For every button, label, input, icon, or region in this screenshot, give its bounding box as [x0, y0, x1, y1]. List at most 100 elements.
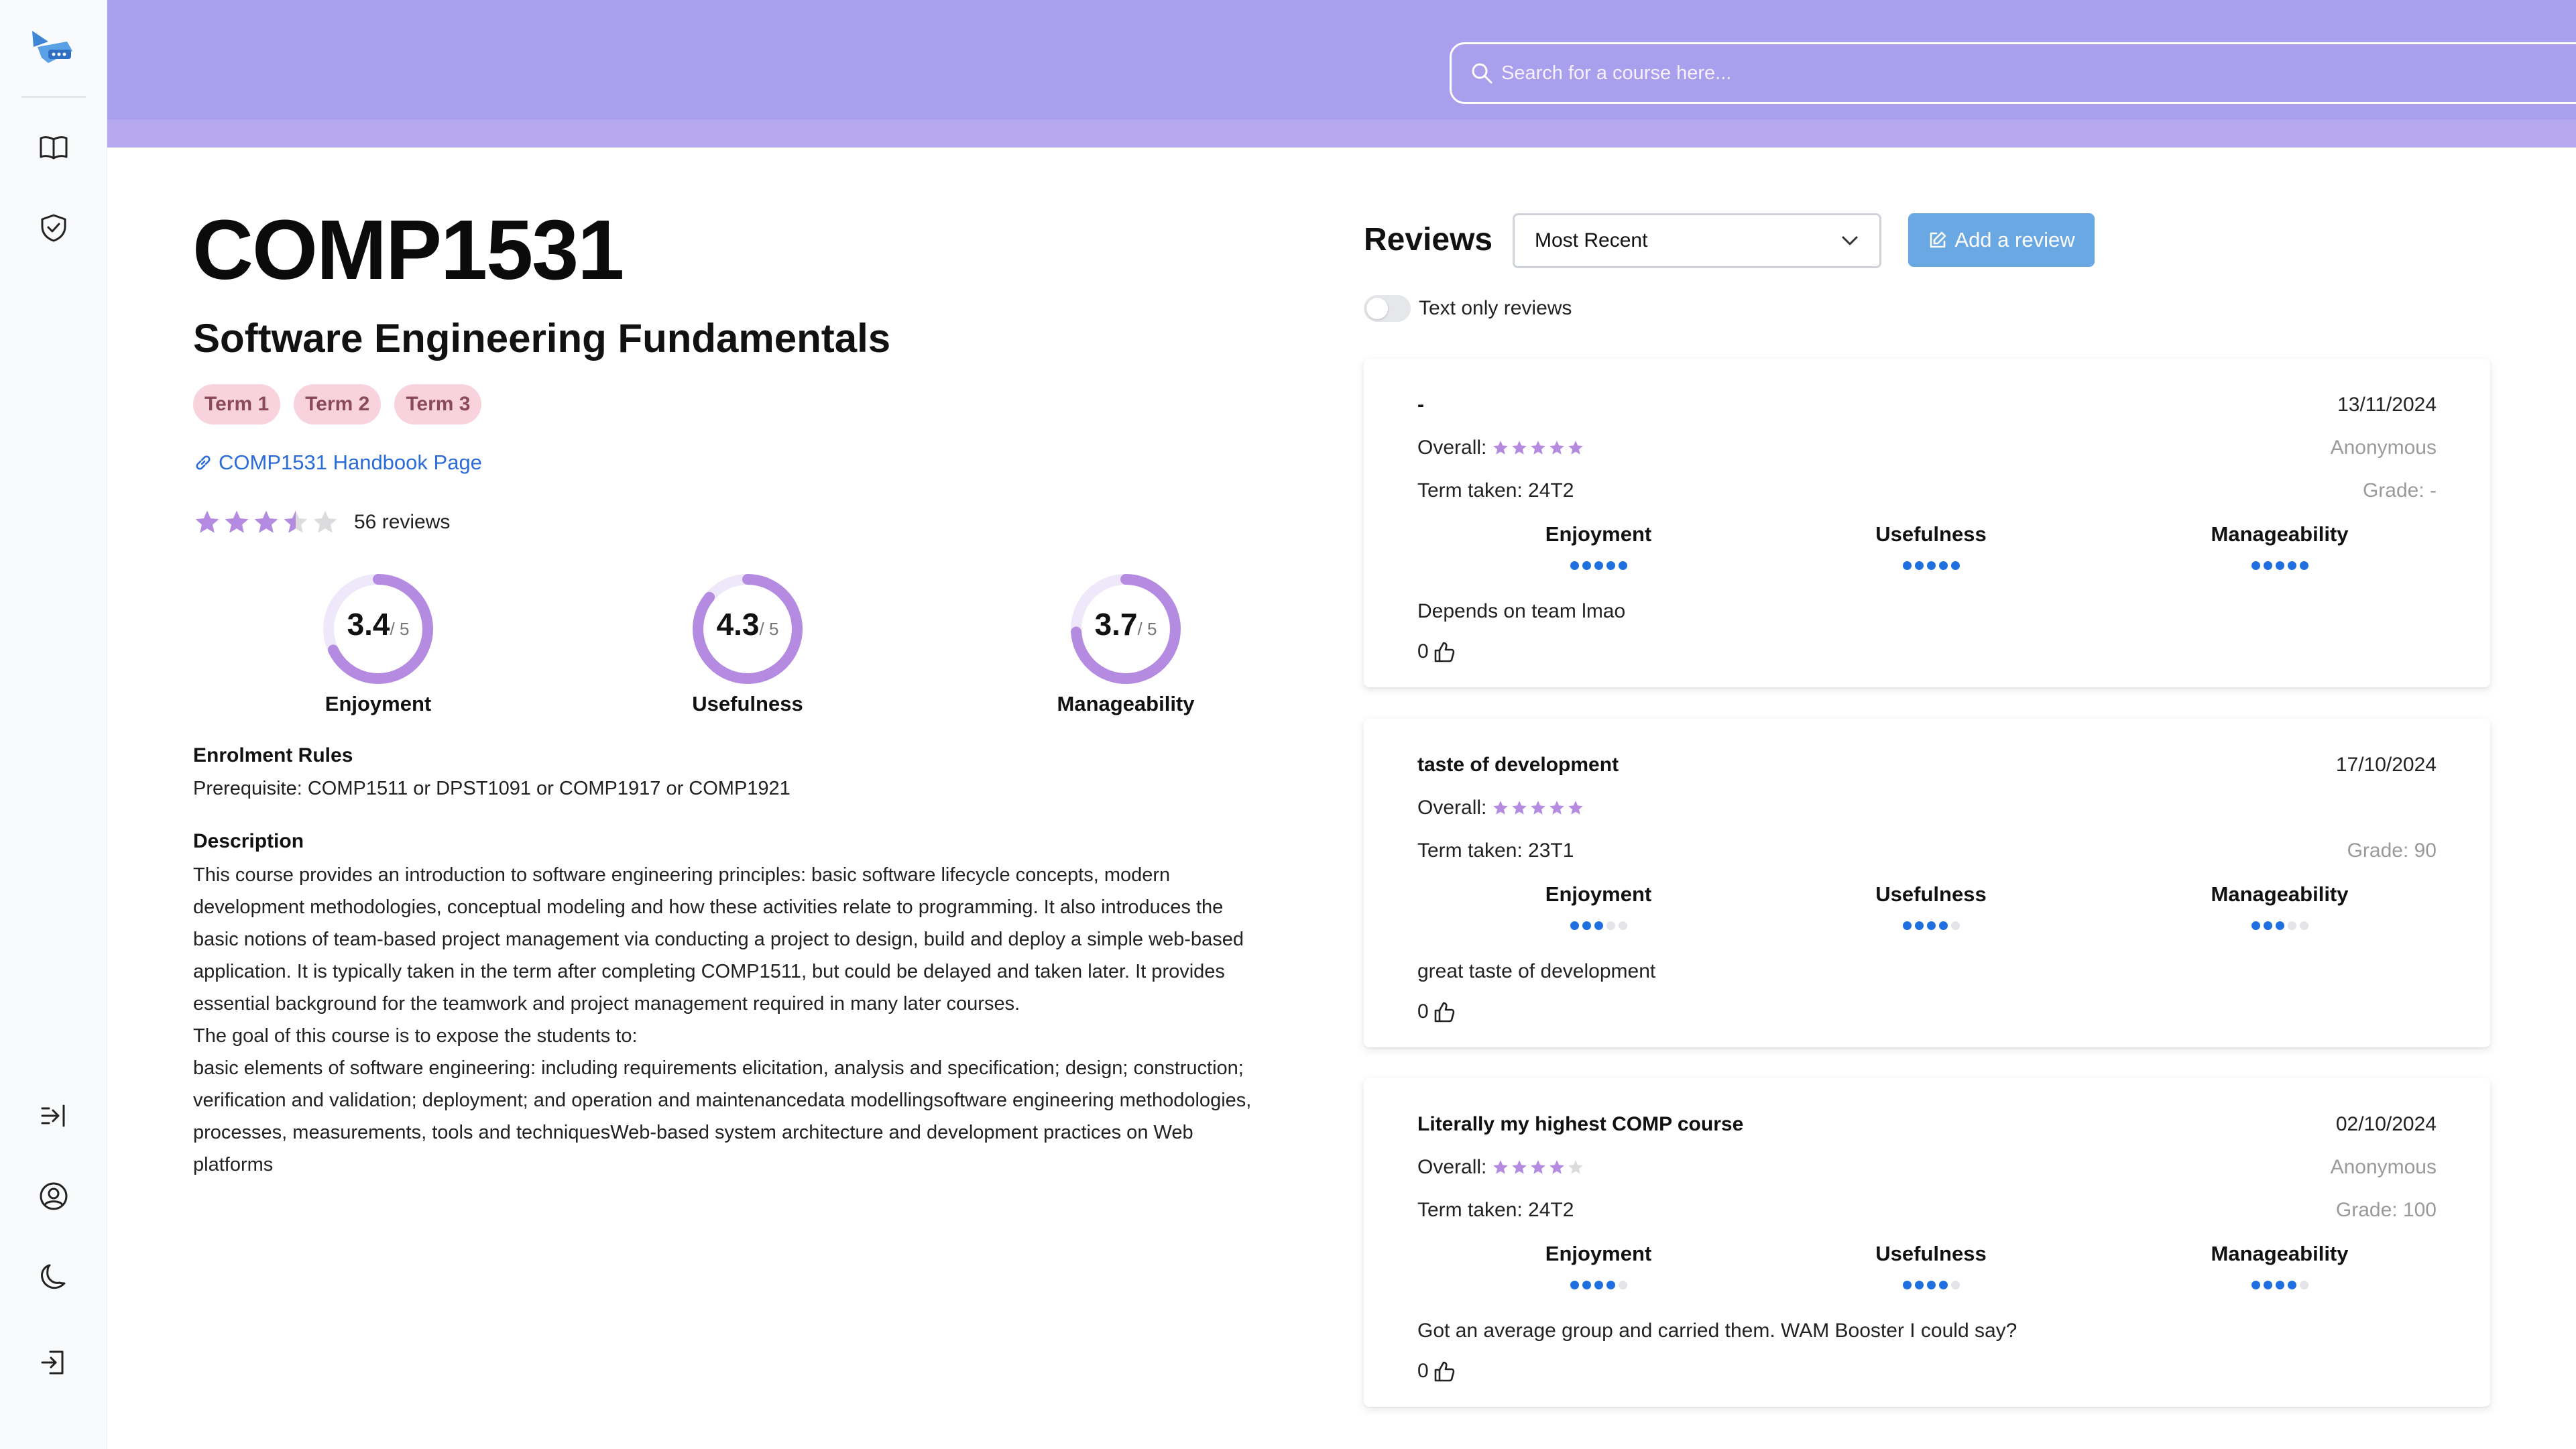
star-icon — [1512, 801, 1527, 815]
rating-dot — [2299, 921, 2308, 930]
stat-max: / 5 — [390, 619, 410, 639]
description-line: platforms — [193, 1154, 274, 1175]
rating-dot — [1914, 921, 1924, 930]
metric-dots — [1498, 1281, 1699, 1289]
review-date: 17/10/2024 — [2335, 754, 2437, 776]
review-grade: Grade: 100 — [2335, 1199, 2437, 1221]
star-icon — [254, 510, 278, 533]
metric-dots — [2179, 921, 2380, 930]
review-like-button[interactable]: 0 — [1417, 1000, 1456, 1023]
overall-label: Overall: — [1417, 437, 1487, 459]
stat-manageability: 3.7/ 5 Manageability — [1012, 569, 1240, 723]
review-metric-enjoyment: Enjoyment — [1498, 522, 1699, 570]
search-bar[interactable] — [1450, 42, 2576, 104]
star-icon — [225, 510, 249, 533]
rating-dot — [2275, 921, 2284, 930]
sort-select[interactable]: Most Recent — [1513, 213, 1881, 268]
sidebar-collapse-button[interactable] — [34, 1096, 74, 1136]
review-date: 02/10/2024 — [2335, 1113, 2437, 1135]
star-icon — [1531, 801, 1546, 815]
term-tag: Term 3 — [394, 384, 482, 424]
review-metric-manageability: Manageability — [2179, 882, 2380, 930]
sidebar-login-button[interactable] — [34, 1342, 74, 1383]
description-line: application. It is typically taken in th… — [193, 961, 1225, 982]
top-header — [107, 0, 2576, 148]
rating-dot — [1594, 921, 1603, 930]
rating-dot — [1938, 921, 1948, 930]
sidebar-dark-mode-button[interactable] — [34, 1257, 74, 1297]
review-author: Anonymous — [2330, 437, 2437, 459]
book-icon — [40, 136, 68, 160]
star-icon — [1568, 801, 1584, 815]
metric-label: Usefulness — [1875, 522, 1987, 546]
review-title: Literally my highest COMP course — [1417, 1113, 1744, 1135]
stat-value: 3.4 — [347, 607, 390, 642]
review-card[interactable]: taste of development 17/10/2024 Overall:… — [1364, 719, 2490, 1047]
rating-dot — [1618, 1281, 1627, 1289]
search-input[interactable] — [1501, 62, 2574, 84]
rating-dot — [1950, 921, 1960, 930]
description-text: This course provides an introduction to … — [193, 859, 1340, 1181]
rating-dot — [1926, 1281, 1936, 1289]
star-icon — [1512, 441, 1527, 455]
reviews-title: Reviews — [1364, 222, 1493, 257]
review-body: Depends on team lmao — [1417, 600, 1626, 622]
like-count: 0 — [1417, 1000, 1429, 1023]
add-review-button[interactable]: Add a review — [1908, 213, 2095, 267]
review-overall: Overall: — [1417, 797, 1584, 819]
review-like-button[interactable]: 0 — [1417, 1360, 1456, 1383]
sidebar-divider — [21, 96, 86, 98]
text-only-toggle[interactable] — [1364, 295, 1411, 322]
handbook-link[interactable]: COMP1531 Handbook Page — [193, 451, 482, 475]
collapse-sidebar-icon — [41, 1104, 65, 1127]
review-term-taken: Term taken: 24T2 — [1417, 479, 1574, 502]
review-like-button[interactable]: 0 — [1417, 640, 1456, 663]
star-icon — [1568, 441, 1584, 455]
description-title: Description — [193, 830, 304, 852]
edit-icon — [1930, 231, 1946, 248]
sidebar-moderation-button[interactable] — [34, 208, 74, 248]
metric-label: Manageability — [2211, 522, 2349, 546]
star-icon — [1531, 441, 1546, 455]
sidebar-browse-button[interactable] — [34, 127, 74, 168]
review-body: Got an average group and carried them. W… — [1417, 1320, 2017, 1342]
metric-dots — [1498, 921, 1699, 930]
review-metric-usefulness: Usefulness — [1830, 1242, 2032, 1289]
rating-dot — [1570, 921, 1579, 930]
star-icon — [284, 510, 308, 533]
rating-dot — [1582, 921, 1591, 930]
rating-dot — [1594, 561, 1603, 570]
rating-dot — [1926, 921, 1936, 930]
review-term-taken: Term taken: 23T1 — [1417, 839, 1574, 862]
sort-selected-value: Most Recent — [1535, 229, 1648, 251]
sidebar-profile-button[interactable] — [34, 1176, 74, 1216]
enrolment-title: Enrolment Rules — [193, 744, 353, 766]
rating-dot — [1582, 1281, 1591, 1289]
star-icon — [1568, 1160, 1584, 1174]
rating-dot — [2275, 1281, 2284, 1289]
rating-dot — [1950, 561, 1960, 570]
search-icon — [1472, 63, 1492, 84]
review-card[interactable]: - 13/11/2024 Overall: Anonymous Term tak… — [1364, 359, 2490, 687]
term-tag: Term 2 — [294, 384, 382, 424]
stat-label: Enjoyment — [325, 692, 432, 715]
description-line: processes, measurements, tools and techn… — [193, 1122, 1193, 1143]
rating-dot — [2263, 1281, 2272, 1289]
stat-enjoyment: 3.4/ 5 Enjoyment — [264, 569, 492, 723]
review-metric-enjoyment: Enjoyment — [1498, 1242, 1699, 1289]
review-body: great taste of development — [1417, 960, 1656, 982]
handbook-link-label: COMP1531 Handbook Page — [219, 451, 482, 474]
review-overall-stars — [1492, 1159, 1584, 1176]
description-line: basic notions of team-based project mana… — [193, 929, 1244, 950]
metric-dots — [1830, 561, 2032, 570]
rating-dot — [1926, 561, 1936, 570]
course-name: Software Engineering Fundamentals — [193, 316, 891, 361]
stat-value: 4.3 — [716, 607, 760, 642]
rating-dot — [1606, 1281, 1615, 1289]
review-card[interactable]: Literally my highest COMP course 02/10/2… — [1364, 1078, 2490, 1407]
star-icon — [1531, 1160, 1546, 1174]
review-overall-stars — [1492, 439, 1584, 457]
metric-label: Enjoyment — [1545, 522, 1652, 546]
review-author: Anonymous — [2330, 1156, 2437, 1178]
logo-icon[interactable] — [28, 27, 79, 70]
